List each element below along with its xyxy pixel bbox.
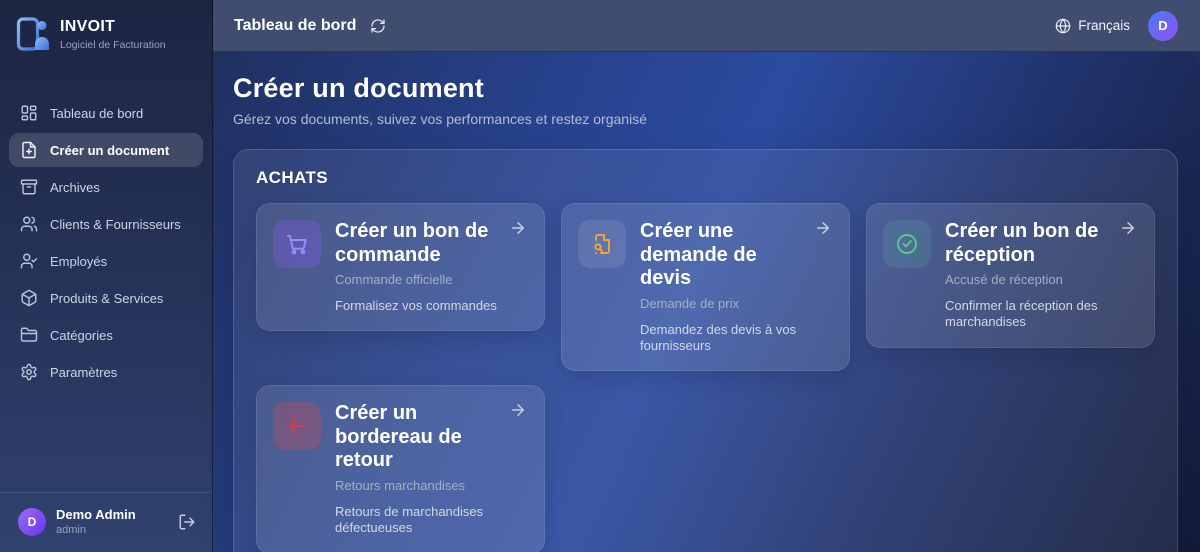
sidebar-item-produits-services[interactable]: Produits & Services bbox=[9, 281, 203, 315]
sidebar-item-employes[interactable]: Employés bbox=[9, 244, 203, 278]
sidebar-item-create-document[interactable]: Créer un document bbox=[9, 133, 203, 167]
logout-icon[interactable] bbox=[178, 513, 196, 531]
sidebar-item-label: Produits & Services bbox=[50, 290, 164, 306]
section-title: ACHATS bbox=[256, 168, 328, 187]
user-info: Demo Admin admin bbox=[56, 507, 136, 536]
sidebar-item-parametres[interactable]: Paramètres bbox=[9, 355, 203, 389]
users-icon bbox=[20, 215, 38, 233]
app-window: INVOIT Logiciel de Facturation Tableau d… bbox=[0, 0, 1200, 552]
content-surface: Créer un document Gérez vos documents, s… bbox=[213, 52, 1200, 552]
card-description: Retours de marchandises défectueuses bbox=[335, 504, 484, 536]
language-label: Français bbox=[1078, 18, 1130, 33]
sidebar-item-label: Employés bbox=[50, 253, 108, 269]
package-icon bbox=[20, 289, 38, 307]
sidebar-item-label: Catégories bbox=[50, 327, 113, 343]
card-subtitle: Accusé de réception bbox=[945, 272, 1063, 288]
card-subtitle: Retours marchandises bbox=[335, 478, 466, 494]
page-subtitle: Gérez vos documents, suivez vos performa… bbox=[233, 111, 647, 127]
card-title: Créer une demande de devis bbox=[640, 220, 757, 290]
globe-icon bbox=[1055, 18, 1071, 34]
card-body: Créer une demande de devis Demande de pr… bbox=[640, 220, 833, 354]
refresh-icon[interactable] bbox=[370, 18, 386, 34]
card-description: Confirmer la réception des marchandises bbox=[945, 298, 1098, 330]
arrow-right-icon bbox=[814, 219, 832, 237]
file-plus-icon bbox=[20, 141, 38, 159]
brand-tagline: Logiciel de Facturation bbox=[60, 38, 166, 51]
achats-panel: ACHATS Créer un bon de commande Commande… bbox=[233, 149, 1178, 552]
page-title: Créer un document bbox=[233, 73, 484, 103]
cart-icon bbox=[273, 220, 321, 268]
card-title: Créer un bon de commande bbox=[335, 220, 489, 266]
dashboard-icon bbox=[20, 104, 38, 122]
brand-text: INVOIT Logiciel de Facturation bbox=[60, 18, 166, 51]
sidebar-item-label: Tableau de bord bbox=[50, 105, 144, 121]
main-area: Tableau de bord Français D Créer un docu… bbox=[213, 0, 1200, 552]
arrow-right-icon bbox=[509, 401, 527, 419]
topbar-right: Français D bbox=[1055, 10, 1178, 41]
user-role: admin bbox=[56, 524, 86, 536]
topbar-title: Tableau de bord bbox=[234, 16, 357, 34]
card-subtitle: Demande de prix bbox=[640, 295, 739, 311]
brand-header: INVOIT Logiciel de Facturation bbox=[0, 0, 212, 64]
avatar: D bbox=[18, 507, 46, 536]
avatar[interactable]: D bbox=[1148, 10, 1178, 41]
sidebar-item-dashboard[interactable]: Tableau de bord bbox=[9, 96, 203, 130]
card-subtitle: Commande officielle bbox=[335, 272, 453, 288]
sidebar-item-clients-fournisseurs[interactable]: Clients & Fournisseurs bbox=[9, 207, 203, 241]
circle-check-icon bbox=[883, 220, 931, 268]
language-switcher[interactable]: Français bbox=[1055, 18, 1130, 34]
card-bon-de-commande[interactable]: Créer un bon de commande Commande offici… bbox=[256, 203, 545, 332]
folder-icon bbox=[20, 326, 38, 344]
sidebar-item-label: Paramètres bbox=[50, 364, 118, 380]
sidebar-nav: Tableau de bord Créer un document Archiv… bbox=[0, 96, 212, 392]
card-description: Formalisez vos commandes bbox=[335, 298, 497, 314]
user-check-icon bbox=[20, 252, 38, 270]
card-title: Créer un bon de réception bbox=[945, 220, 1099, 266]
arrow-right-icon bbox=[509, 219, 527, 237]
user-panel: D Demo Admin admin bbox=[0, 492, 212, 552]
sidebar-item-label: Archives bbox=[50, 179, 100, 195]
arrow-left-icon bbox=[273, 402, 321, 451]
card-demande-de-devis[interactable]: Créer une demande de devis Demande de pr… bbox=[561, 203, 850, 372]
arrow-right-icon bbox=[1119, 219, 1137, 237]
sidebar-item-label: Clients & Fournisseurs bbox=[50, 216, 181, 232]
card-bon-de-reception[interactable]: Créer un bon de réception Accusé de réce… bbox=[866, 203, 1155, 348]
cards-grid: Créer un bon de commande Commande offici… bbox=[256, 203, 1155, 552]
settings-icon bbox=[20, 363, 38, 381]
sidebar: INVOIT Logiciel de Facturation Tableau d… bbox=[0, 0, 213, 552]
user-name: Demo Admin bbox=[56, 507, 136, 522]
sidebar-item-label: Créer un document bbox=[50, 142, 170, 158]
sidebar-item-archives[interactable]: Archives bbox=[9, 170, 203, 204]
card-bordereau-de-retour[interactable]: Créer un bordereau de retour Retours mar… bbox=[256, 385, 545, 552]
card-body: Créer un bon de réception Accusé de réce… bbox=[945, 220, 1138, 331]
sidebar-item-categories[interactable]: Catégories bbox=[9, 318, 203, 352]
card-body: Créer un bon de commande Commande offici… bbox=[335, 220, 528, 314]
invoit-logo-icon bbox=[16, 16, 50, 52]
brand-name: INVOIT bbox=[60, 17, 116, 35]
file-search-icon bbox=[578, 220, 626, 268]
card-title: Créer un bordereau de retour bbox=[335, 402, 462, 472]
card-body: Créer un bordereau de retour Retours mar… bbox=[335, 402, 528, 536]
archive-icon bbox=[20, 178, 38, 196]
card-description: Demandez des devis à vos fournisseurs bbox=[640, 321, 797, 354]
topbar: Tableau de bord Français D bbox=[213, 0, 1200, 52]
